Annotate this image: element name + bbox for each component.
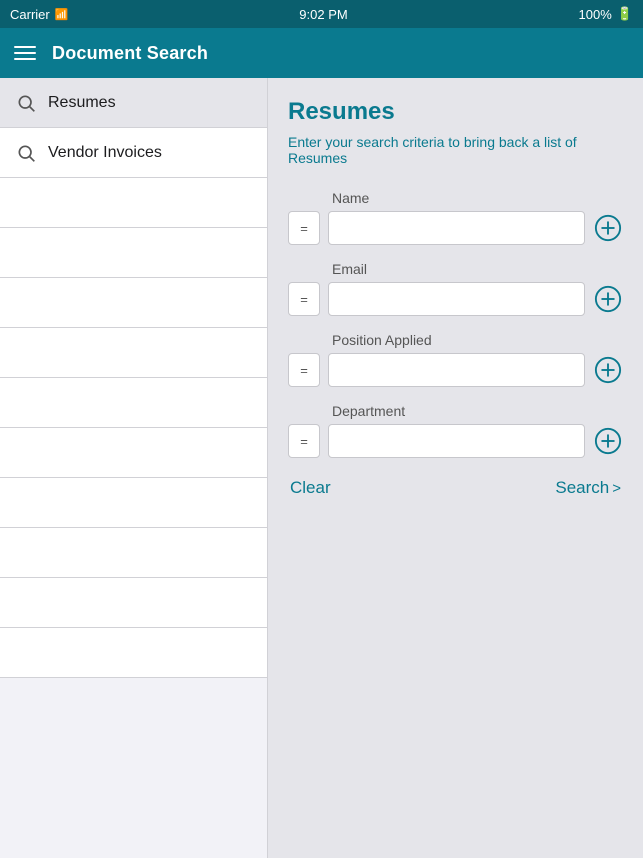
sidebar-empty-2 [0,228,267,278]
wifi-icon: 📶 [55,8,69,21]
main-layout: Resumes Vendor Invoices Resumes Enter yo… [0,78,643,858]
plus-circle-icon-email [594,285,622,313]
clear-button[interactable]: Clear [290,478,331,498]
status-bar: Carrier 📶 9:02 PM 100% 🔋 [0,0,643,28]
search-button[interactable]: Search > [555,478,621,498]
sidebar-empty-9 [0,578,267,628]
search-icon [16,93,36,113]
sidebar-empty-4 [0,328,267,378]
sidebar-empty-7 [0,478,267,528]
name-add-button[interactable] [593,213,623,243]
sidebar-item-resumes[interactable]: Resumes [0,78,267,128]
battery-icon: 🔋 [617,6,633,22]
sidebar-item-label-resumes: Resumes [48,94,116,112]
position-input[interactable] [328,353,585,387]
name-label: Name [332,190,623,206]
sidebar-item-vendor-invoices[interactable]: Vendor Invoices [0,128,267,178]
sidebar-empty-6 [0,428,267,478]
email-field-row: = [288,282,623,316]
position-add-button[interactable] [593,355,623,385]
sidebar-empty-3 [0,278,267,328]
position-equals-button[interactable]: = [288,353,320,387]
email-field-group: Email = [288,261,623,316]
email-add-button[interactable] [593,284,623,314]
name-equals-button[interactable]: = [288,211,320,245]
department-field-group: Department = [288,403,623,458]
plus-circle-icon-position [594,356,622,384]
plus-circle-icon [594,214,622,242]
content-panel: Resumes Enter your search criteria to br… [268,78,643,858]
sidebar-empty-5 [0,378,267,428]
content-title: Resumes [288,98,623,126]
sidebar-item-label-vendor: Vendor Invoices [48,144,162,162]
battery-label: 100% [579,7,612,22]
email-equals-button[interactable]: = [288,282,320,316]
nav-bar: Document Search [0,28,643,78]
nav-title: Document Search [52,43,208,64]
search-label: Search [555,478,609,498]
position-field-row: = [288,353,623,387]
carrier-label: Carrier [10,7,50,22]
sidebar-empty-8 [0,528,267,578]
name-field-group: Name = [288,190,623,245]
department-equals-button[interactable]: = [288,424,320,458]
search-icon-vendor [16,143,36,163]
action-row: Clear Search > [288,478,623,498]
sidebar-empty-1 [0,178,267,228]
search-chevron-icon: > [612,480,621,497]
department-input[interactable] [328,424,585,458]
position-label: Position Applied [332,332,623,348]
sidebar-empty-10 [0,628,267,678]
hamburger-button[interactable] [14,46,36,60]
email-input[interactable] [328,282,585,316]
name-input[interactable] [328,211,585,245]
position-field-group: Position Applied = [288,332,623,387]
name-field-row: = [288,211,623,245]
time-label: 9:02 PM [299,7,347,22]
department-add-button[interactable] [593,426,623,456]
plus-circle-icon-department [594,427,622,455]
sidebar: Resumes Vendor Invoices [0,78,268,858]
email-label: Email [332,261,623,277]
status-right: 100% 🔋 [579,6,633,22]
department-field-row: = [288,424,623,458]
content-subtitle: Enter your search criteria to bring back… [288,134,623,166]
department-label: Department [332,403,623,419]
status-left: Carrier 📶 [10,7,68,22]
